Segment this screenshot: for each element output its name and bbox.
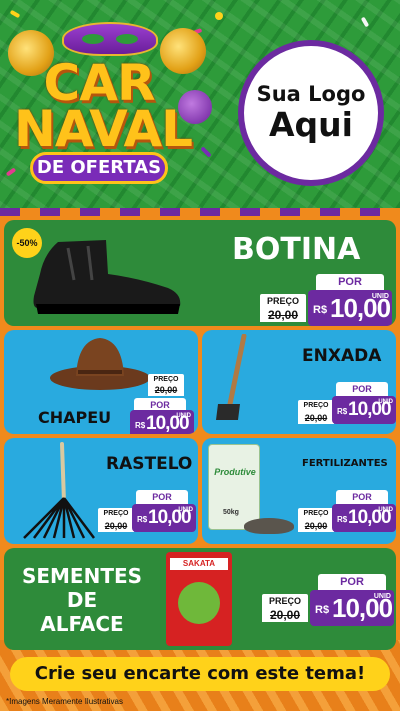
unit-label: UNID [373,593,391,600]
confetti-decoration [5,167,17,177]
currency-label: R$ [137,515,148,524]
price-box: R$ 10,00 UNID [310,590,394,626]
unit-label: UNID [378,399,393,405]
price-box: R$ 10,00 UNID [332,396,396,424]
old-price: 20,00 [260,308,306,322]
product-name: FERTILIZANTES [302,458,388,469]
product-card-chapeu[interactable]: CHAPEU PREÇO 20,00 POR R$ 10,00 UNID [4,330,198,434]
carnival-mask-icon [62,22,158,56]
carnival-banner: CAR NAVAL DE OFERTAS Sua Logo Aqui [0,0,400,208]
old-price: 20,00 [148,384,184,396]
currency-label: R$ [135,421,146,430]
price-tag: POR PREÇO 20,00 R$ 10,00 UNID [298,382,396,434]
divider-stripe [0,208,400,216]
currency-label: R$ [313,304,328,316]
disclaimer: *Imagens Meramente Ilustrativas [6,697,123,706]
carnaval-title: CAR NAVAL [14,58,193,158]
price-label: PREÇO [98,508,134,520]
granules-icon [244,518,294,534]
cta-button[interactable]: Crie seu encarte com este tema! [10,657,390,691]
price-box: R$ 10,00 UNID [308,290,392,326]
title-line-2: NAVAL [14,100,193,158]
name-line-2: DE [66,588,98,612]
product-name: ENXADA [302,346,382,366]
product-card-botina[interactable]: -50% BOTINA POR PREÇO 20,00 R$ 10,00 UNI… [4,220,396,326]
packet-brand: SAKATA [170,558,228,570]
price-tag: POR PREÇO 20,00 R$ 10,00 UNID [262,574,394,634]
logo-line-1: Sua Logo [256,82,366,106]
currency-label: R$ [337,407,348,416]
name-line-3: ALFACE [40,612,124,636]
old-price: 20,00 [98,520,134,532]
rake-icon [23,442,95,539]
name-line-1: SEMENTES [21,564,143,588]
old-price: 20,00 [262,608,308,622]
logo-placeholder[interactable]: Sua Logo Aqui [238,40,384,186]
product-name: RASTELO [106,454,193,474]
product-name: BOTINA [232,232,361,267]
price-box: R$ 10,00 UNID [130,410,194,434]
price-tag: POR PREÇO 20,00 R$ 10,00 UNID [260,274,392,326]
por-label: POR [316,274,384,290]
por-label: POR [336,490,388,504]
old-price: 20,00 [298,412,334,424]
unit-label: UNID [176,413,191,419]
bag-weight: 50kg [223,509,239,516]
confetti-decoration [9,9,21,19]
product-card-rastelo[interactable]: RASTELO POR PREÇO 20,00 R$ 10,00 UNID [4,438,198,544]
logo-line-2: Aqui [269,105,353,144]
fertilizer-bag-icon: Produtive 50kg [208,444,260,530]
product-card-fertilizantes[interactable]: Produtive 50kg FERTILIZANTES POR PREÇO 2… [202,438,396,544]
boot-icon [33,240,181,314]
hoe-icon [216,334,247,420]
por-label: POR [136,490,188,504]
subtitle-ribbon: DE OFERTAS [30,152,168,184]
unit-label: UNID [178,507,193,513]
por-label: POR [318,574,386,590]
unit-label: UNID [378,507,393,513]
currency-label: R$ [337,515,348,524]
product-card-enxada[interactable]: ENXADA POR PREÇO 20,00 R$ 10,00 UNID [202,330,396,434]
product-name: SEMENTES DE ALFACE [12,564,152,636]
price-label: PREÇO [262,594,308,608]
confetti-decoration [200,146,212,158]
price-tag: POR PREÇO 20,00 R$ 10,00 UNID [298,490,396,542]
currency-label: R$ [315,604,330,616]
price-tag: POR PREÇO 20,00 R$ 10,00 UNID [98,490,196,542]
old-price: 20,00 [298,520,334,532]
price-label: PREÇO [260,294,306,308]
price-box: R$ 10,00 UNID [332,504,396,532]
price-tag: PREÇO 20,00 POR R$ 10,00 UNID [96,370,194,434]
unit-label: UNID [371,293,389,300]
confetti-decoration [215,12,223,20]
price-box: R$ 10,00 UNID [132,504,196,532]
product-card-sementes[interactable]: SEMENTES DE ALFACE SAKATA POR PREÇO 20,0… [4,548,396,650]
price-label: PREÇO [298,508,334,520]
lettuce-image [178,582,220,624]
por-label: POR [336,382,388,396]
seed-packet-icon: SAKATA [166,552,232,646]
bag-brand: Produtive [214,467,256,477]
confetti-decoration [360,16,370,28]
price-label: PREÇO [298,400,334,412]
